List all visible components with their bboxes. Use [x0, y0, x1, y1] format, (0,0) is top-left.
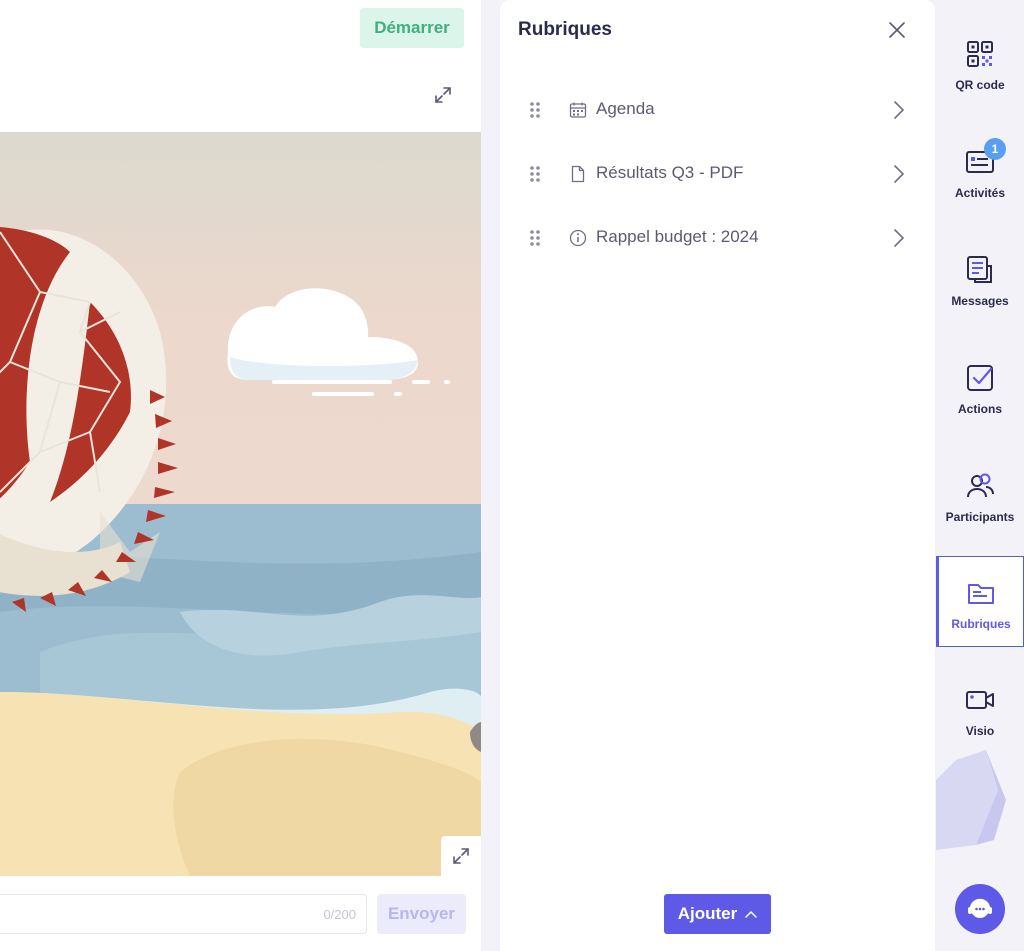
character-counter: 0/200	[323, 907, 356, 922]
rubrique-item-rappel-budget[interactable]: Rappel budget : 2024	[500, 206, 935, 270]
sidebar-label: Rubriques	[951, 617, 1011, 631]
sidebar-label: QR code	[955, 78, 1005, 92]
sidebar-label: Messages	[951, 294, 1009, 308]
right-sidebar: QR code 1 Activités Messages Actions Par…	[936, 0, 1024, 951]
decorative-shape	[936, 750, 1006, 850]
start-button[interactable]: Démarrer	[360, 8, 464, 48]
chevron-right-icon[interactable]	[893, 100, 905, 125]
drag-handle-icon[interactable]	[529, 165, 541, 188]
rubrique-label: Résultats Q3 - PDF	[596, 163, 744, 182]
sidebar-label: Activités	[954, 186, 1006, 200]
add-button[interactable]: Ajouter	[664, 894, 771, 934]
sidebar-item-actions[interactable]: Actions	[936, 362, 1024, 454]
rubriques-panel: Rubriques Agenda Résultats Q3 - PDF Rapp…	[500, 0, 935, 951]
support-chat-icon	[968, 898, 992, 918]
activities-badge: 1	[984, 138, 1006, 160]
chevron-up-icon	[745, 910, 757, 918]
sidebar-item-rubriques[interactable]: Rubriques	[936, 556, 1024, 647]
expand-slide-icon[interactable]	[441, 836, 481, 876]
folder-icon	[965, 577, 997, 609]
messages-icon	[964, 254, 996, 286]
drag-handle-icon[interactable]	[529, 229, 541, 252]
help-chat-button[interactable]	[955, 884, 1005, 934]
calendar-icon	[569, 101, 587, 119]
chevron-right-icon[interactable]	[893, 228, 905, 253]
sidebar-label: Actions	[957, 402, 1002, 416]
chat-message-input[interactable]: 0/200	[0, 894, 367, 934]
document-icon	[569, 165, 587, 183]
sidebar-label: Participants	[945, 510, 1015, 524]
expand-icon[interactable]	[430, 82, 456, 108]
info-icon	[569, 229, 587, 247]
video-icon	[964, 684, 996, 716]
qr-code-icon	[964, 38, 996, 70]
activities-icon: 1	[964, 138, 1006, 178]
sidebar-label: Visio	[965, 724, 995, 738]
rubrique-item-resultats[interactable]: Résultats Q3 - PDF	[500, 142, 935, 206]
sidebar-item-messages[interactable]: Messages	[936, 254, 1024, 346]
panel-title: Rubriques	[518, 19, 612, 40]
participants-icon	[964, 470, 996, 502]
rubrique-label: Agenda	[596, 99, 655, 118]
rubrique-item-agenda[interactable]: Agenda	[500, 78, 935, 142]
sidebar-item-activites[interactable]: 1 Activités	[936, 138, 1024, 238]
chevron-right-icon[interactable]	[893, 164, 905, 189]
actions-check-icon	[964, 362, 996, 394]
add-button-label: Ajouter	[677, 904, 738, 923]
send-button[interactable]: Envoyer	[377, 894, 466, 934]
drag-handle-icon[interactable]	[529, 101, 541, 124]
sidebar-item-participants[interactable]: Participants	[936, 470, 1024, 562]
rubrique-label: Rappel budget : 2024	[596, 227, 759, 246]
close-icon[interactable]	[885, 18, 909, 42]
rubriques-list: Agenda Résultats Q3 - PDF Rappel budget …	[500, 78, 935, 270]
slide-illustration	[0, 132, 481, 876]
sidebar-item-qr-code[interactable]: QR code	[936, 38, 1024, 130]
presentation-stage: Démarrer 0/200 Envoyer	[0, 0, 481, 951]
